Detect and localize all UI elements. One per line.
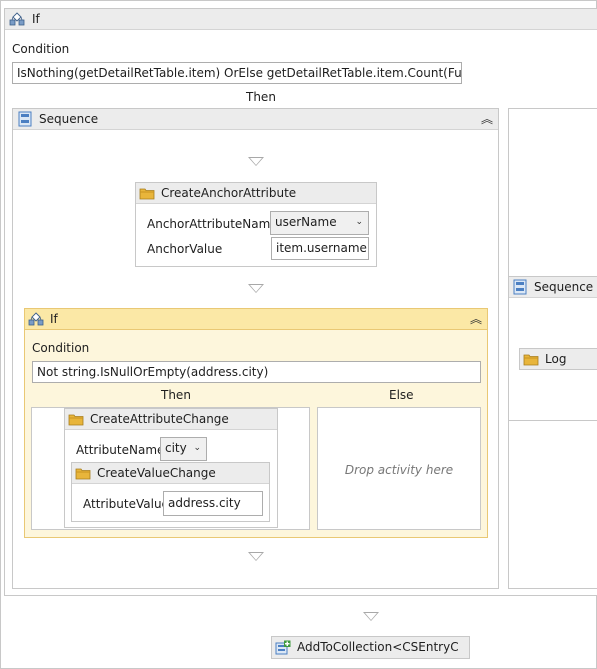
create-anchor-header[interactable]: CreateAnchorAttribute [136, 183, 376, 204]
sequence-main-header[interactable]: Sequence ︽ [13, 109, 498, 130]
drop-activity-placeholder: Drop activity here [344, 463, 454, 477]
outer-if-title: If [32, 12, 40, 26]
sequence-side-title: Sequence [534, 280, 594, 294]
if-icon [28, 312, 44, 326]
anchor-attribute-name-value: userName [275, 215, 337, 229]
outer-then-label: Then [246, 90, 276, 104]
add-to-collection-activity[interactable]: AddToCollection<CSEntryC [271, 636, 470, 659]
anchor-value-label: AnchorValue [147, 242, 223, 256]
create-attribute-change-header[interactable]: CreateAttributeChange [65, 409, 277, 430]
create-anchor-title: CreateAnchorAttribute [161, 186, 297, 200]
log-activity[interactable]: Log [519, 348, 597, 370]
drop-arrow-icon [248, 552, 264, 561]
anchor-value-input[interactable]: item.username [271, 237, 369, 260]
sequence-icon [513, 279, 527, 295]
drop-arrow-icon [248, 284, 264, 293]
log-title: Log [545, 352, 567, 366]
inner-else-label: Else [389, 388, 414, 402]
folder-icon [139, 188, 155, 200]
inner-condition-label: Condition [32, 341, 90, 355]
chevron-down-icon: ⌄ [355, 217, 363, 227]
add-to-collection-icon [275, 640, 291, 655]
anchor-attribute-name-label: AnchorAttributeName [147, 217, 278, 231]
sequence-main-title: Sequence [39, 112, 99, 126]
sequence-side-header[interactable]: Sequence [509, 277, 597, 298]
outer-condition-label: Condition [12, 42, 70, 56]
if-icon [9, 12, 25, 26]
chevron-down-icon: ⌄ [193, 443, 201, 453]
attribute-name-value: city [165, 441, 187, 455]
attribute-value-label: AttributeValue [83, 497, 169, 511]
drop-arrow-icon [363, 612, 379, 621]
attribute-value-input[interactable]: address.city [163, 491, 263, 516]
folder-icon [68, 414, 84, 426]
add-to-collection-title: AddToCollection<CSEntryC [297, 640, 459, 654]
attribute-name-select[interactable]: city ⌄ [160, 437, 207, 461]
collapse-icon[interactable]: ︽ [480, 112, 494, 126]
create-value-change-title: CreateValueChange [97, 466, 216, 480]
collapse-icon[interactable]: ︽ [469, 312, 483, 326]
folder-icon [75, 468, 91, 480]
create-attribute-change-title: CreateAttributeChange [90, 412, 229, 426]
else-branch-area[interactable]: Drop activity here [317, 407, 481, 530]
create-value-change-header[interactable]: CreateValueChange [72, 463, 269, 484]
sequence-icon [18, 111, 32, 127]
inner-then-label: Then [161, 388, 191, 402]
inner-if-title: If [50, 312, 58, 326]
folder-icon [523, 354, 539, 366]
inner-condition-input[interactable]: Not string.IsNullOrEmpty(address.city) [32, 361, 481, 383]
attribute-name-label: AttributeName [76, 443, 165, 457]
outer-if-header[interactable]: If [5, 9, 597, 30]
anchor-attribute-name-select[interactable]: userName ⌄ [270, 211, 369, 235]
inner-if-header[interactable]: If ︽ [25, 309, 487, 330]
outer-condition-input[interactable]: IsNothing(getDetailRetTable.item) OrElse… [12, 62, 462, 84]
drop-arrow-icon [248, 157, 264, 166]
